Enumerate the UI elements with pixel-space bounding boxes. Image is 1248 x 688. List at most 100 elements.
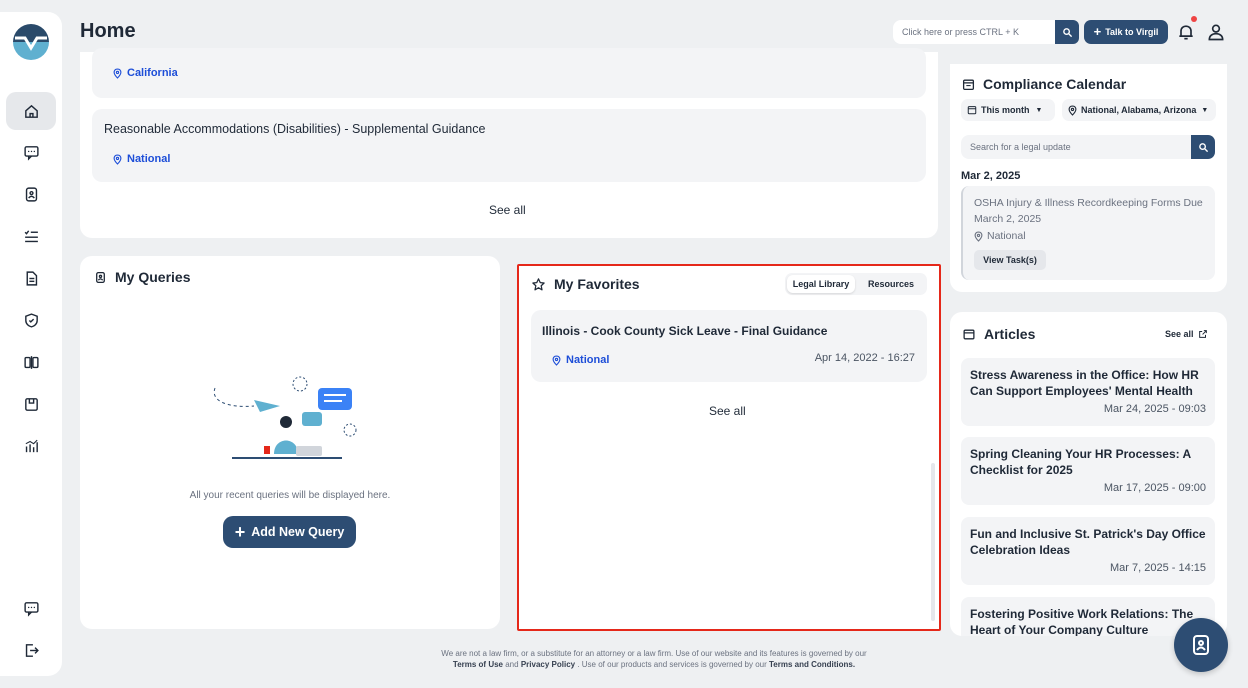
location-tag: National: [552, 354, 609, 366]
plus-icon: +: [234, 522, 246, 542]
talk-to-virgil-button[interactable]: + Talk to Virgil: [1084, 20, 1168, 44]
view-tasks-button[interactable]: View Task(s): [974, 250, 1046, 270]
articles-card: Articles See all Stress Awareness in the…: [950, 312, 1227, 636]
article-title: Stress Awareness in the Office: How HR C…: [970, 368, 1199, 398]
region-select[interactable]: National, Alabama, Arizona ▼: [1062, 99, 1216, 121]
nav-saved[interactable]: [6, 386, 56, 422]
privacy-policy-link[interactable]: Privacy Policy: [521, 660, 575, 669]
home-icon: [24, 104, 38, 118]
list-item[interactable]: Reasonable Accommodations (Disabilities)…: [92, 109, 926, 182]
notification-dot: [1191, 16, 1197, 22]
article-date: Mar 24, 2025 - 09:03: [1103, 403, 1206, 415]
article-item[interactable]: Stress Awareness in the Office: How HR C…: [961, 358, 1215, 426]
location-tag: California: [113, 67, 178, 79]
card-header: Articles: [962, 326, 1035, 342]
nav-logout[interactable]: [6, 632, 56, 668]
footer-disclaimer: We are not a law firm, or a substitute f…: [441, 649, 867, 658]
nav-compare[interactable]: [6, 344, 56, 380]
tab-resources[interactable]: Resources: [857, 275, 925, 293]
page-title: Home: [80, 20, 136, 42]
add-new-query-button[interactable]: + Add New Query: [223, 516, 356, 548]
list-item[interactable]: California: [92, 48, 926, 98]
legal-update-search-button[interactable]: [1191, 135, 1215, 159]
plus-icon: +: [1093, 24, 1102, 39]
article-item[interactable]: Fun and Inclusive St. Patrick's Day Offi…: [961, 517, 1215, 585]
article-title: Fun and Inclusive St. Patrick's Day Offi…: [970, 527, 1206, 557]
nav-compliance[interactable]: [6, 302, 56, 338]
compare-icon: [23, 355, 39, 369]
nav-analytics[interactable]: [6, 428, 56, 464]
nav-feedback[interactable]: [6, 590, 56, 626]
card-header: My Queries: [94, 269, 190, 285]
article-title: Fostering Positive Work Relations: The H…: [970, 607, 1194, 636]
global-search-button[interactable]: [1055, 20, 1079, 44]
external-link-icon: [1198, 330, 1207, 338]
search-icon: [1198, 142, 1208, 152]
nav-home[interactable]: [6, 92, 56, 130]
shield-icon: [24, 312, 38, 328]
search-icon: [1062, 27, 1072, 37]
location-tag: National: [113, 153, 170, 165]
favorite-item[interactable]: Illinois - Cook County Sick Leave - Fina…: [531, 310, 927, 382]
my-favorites-card: My Favorites Legal Library Resources Ill…: [517, 264, 941, 631]
location-pin-icon: [1068, 104, 1077, 116]
global-search-input[interactable]: Click here or press CTRL + K: [893, 20, 1055, 44]
sidebar: [0, 12, 62, 676]
card-header: My Favorites: [531, 276, 640, 292]
location-pin-icon: [113, 67, 122, 79]
see-all-link[interactable]: See all: [489, 203, 526, 217]
article-date: Mar 7, 2025 - 14:15: [1109, 562, 1206, 574]
user-profile-icon[interactable]: [1206, 22, 1226, 42]
see-all-link[interactable]: See all: [709, 404, 746, 418]
articles-see-all-link[interactable]: See all: [1165, 329, 1208, 339]
location-pin-icon: [974, 230, 983, 242]
scrollbar[interactable]: [931, 463, 935, 621]
article-item[interactable]: Spring Cleaning Your HR Processes: A Che…: [961, 437, 1215, 505]
app-logo[interactable]: [13, 24, 49, 60]
article-icon: [963, 329, 975, 339]
favorite-date: Apr 14, 2022 - 16:27: [814, 352, 915, 364]
star-icon: [532, 277, 545, 290]
location-tag: National: [974, 230, 1026, 242]
analytics-icon: [25, 439, 38, 452]
location-pin-icon: [113, 153, 122, 165]
virgil-chat-button[interactable]: [1174, 618, 1228, 672]
favorite-title: Illinois - Cook County Sick Leave - Fina…: [542, 324, 828, 338]
nav-chat[interactable]: [6, 134, 56, 170]
list-item-title: Reasonable Accommodations (Disabilities)…: [104, 122, 486, 136]
save-icon: [24, 397, 38, 411]
compliance-calendar-card: Compliance Calendar This month ▼ Nationa…: [950, 64, 1227, 292]
terms-of-use-link[interactable]: Terms of Use: [453, 660, 503, 669]
chevron-down-icon: ▼: [1201, 106, 1209, 114]
nav-badge[interactable]: [6, 176, 56, 212]
terms-and-conditions-link[interactable]: Terms and Conditions.: [769, 660, 855, 669]
legal-updates-card: California Reasonable Accommodations (Di…: [80, 48, 938, 238]
checklist-icon: [24, 229, 38, 242]
nav-checklist[interactable]: [6, 218, 56, 254]
article-date: Mar 17, 2025 - 09:00: [1103, 482, 1206, 494]
card-header: Compliance Calendar: [962, 76, 1126, 92]
period-select[interactable]: This month ▼: [961, 99, 1055, 121]
chat-icon: [23, 145, 39, 161]
empty-state-illustration: [213, 376, 357, 459]
task-title: OSHA Injury & Illness Recordkeeping Form…: [974, 197, 1203, 225]
id-badge-icon: [96, 271, 105, 283]
empty-state-text: All your recent queries will be displaye…: [189, 490, 391, 501]
nav-documents[interactable]: [6, 260, 56, 296]
message-icon: [23, 601, 39, 617]
legal-update-search-input[interactable]: Search for a legal update: [961, 135, 1191, 159]
id-badge-icon: [25, 186, 37, 202]
chevron-down-icon: ▼: [1035, 106, 1043, 114]
id-badge-icon: [1193, 635, 1209, 655]
calendar-task: OSHA Injury & Illness Recordkeeping Form…: [961, 186, 1215, 280]
tab-legal-library[interactable]: Legal Library: [787, 275, 855, 293]
footer-links: Terms of Use and Privacy Policy . Use of…: [452, 660, 856, 669]
calendar-date: Mar 2, 2025: [961, 170, 1021, 182]
calendar-icon: [967, 106, 977, 115]
logout-icon: [25, 643, 39, 657]
document-icon: [26, 270, 37, 286]
location-pin-icon: [552, 354, 561, 366]
footer: We are not a law firm, or a substitute f…: [340, 648, 968, 670]
talk-label: Talk to Virgil: [1105, 27, 1159, 37]
notification-bell-icon[interactable]: [1176, 22, 1196, 42]
